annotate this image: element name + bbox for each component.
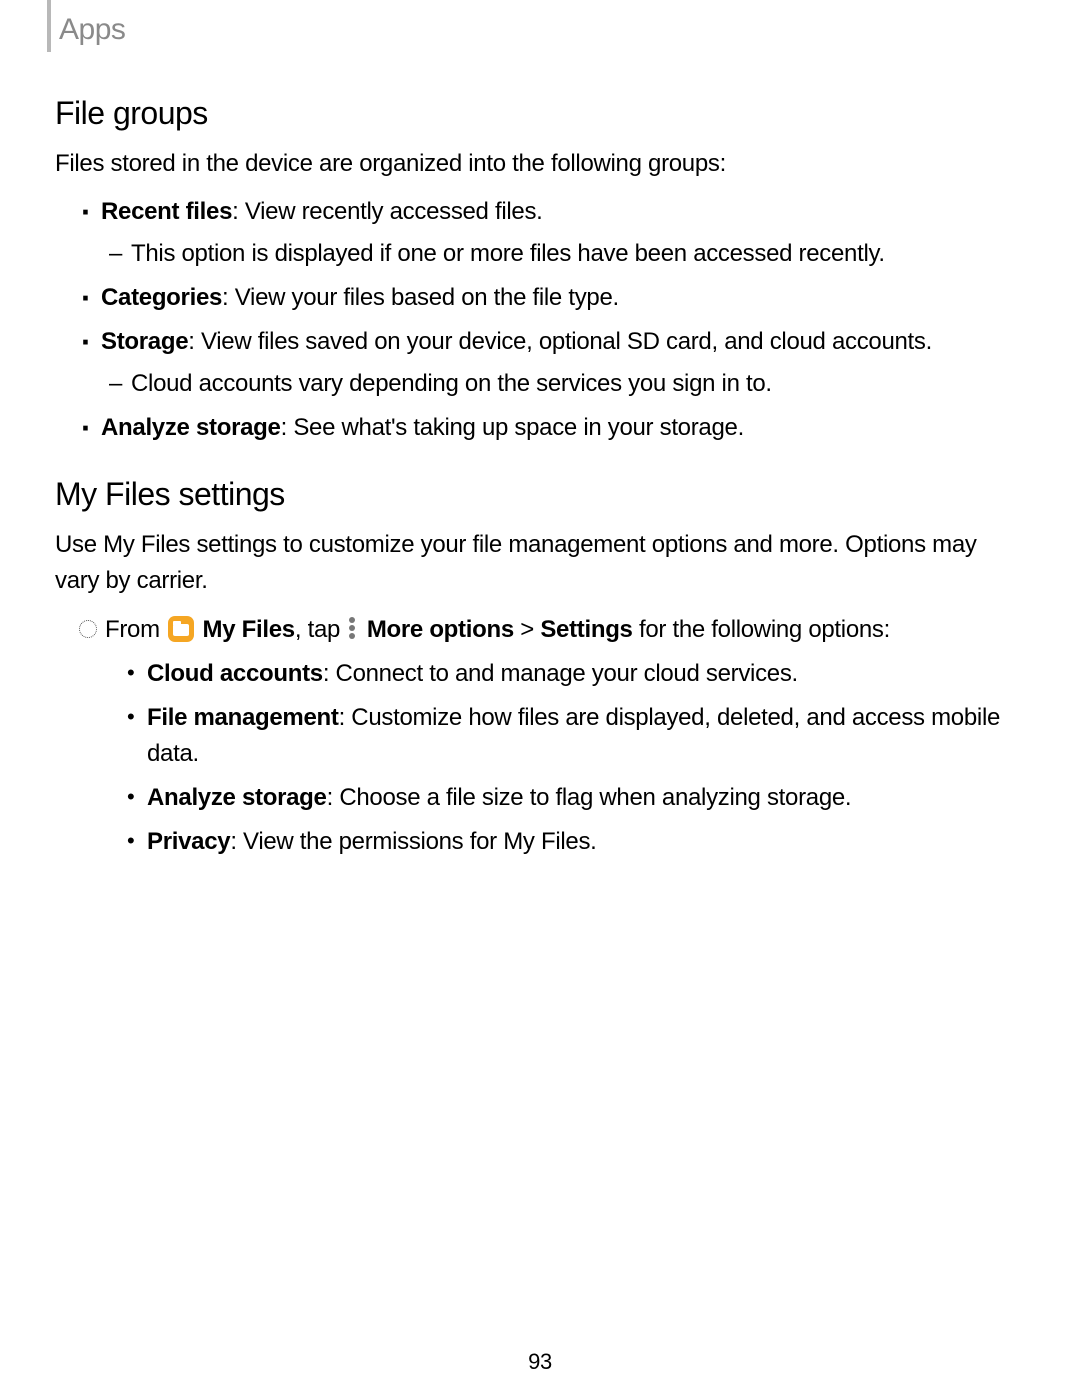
item-label: Recent files bbox=[101, 198, 232, 225]
item-label: Privacy bbox=[147, 828, 230, 855]
sub-list-item: This option is displayed if one or more … bbox=[131, 236, 1025, 272]
section-title-my-files-settings: My Files settings bbox=[55, 476, 1025, 513]
section-title-file-groups: File groups bbox=[55, 95, 1025, 132]
list-item: File management: Customize how files are… bbox=[147, 700, 1025, 772]
item-desc: : View your files based on the file type… bbox=[222, 284, 619, 311]
step-text-settings: Settings bbox=[540, 616, 632, 643]
item-label: Analyze storage bbox=[147, 784, 327, 811]
more-options-icon bbox=[346, 617, 358, 639]
item-label: Storage bbox=[101, 328, 188, 355]
file-groups-intro: Files stored in the device are organized… bbox=[55, 146, 1025, 182]
item-desc: : View recently accessed files. bbox=[232, 198, 542, 225]
list-item: Analyze storage: See what's taking up sp… bbox=[101, 410, 1025, 446]
step-item: From My Files, tap More options > Settin… bbox=[83, 611, 1025, 860]
item-label: Analyze storage bbox=[101, 414, 281, 441]
sub-list: Cloud accounts vary depending on the ser… bbox=[101, 366, 1025, 402]
page: Apps File groups Files stored in the dev… bbox=[0, 0, 1080, 1397]
item-desc: : Connect to and manage your cloud servi… bbox=[323, 660, 798, 687]
step-text-more: More options bbox=[367, 616, 514, 643]
item-label: Categories bbox=[101, 284, 222, 311]
item-desc: : View the permissions for My Files. bbox=[230, 828, 596, 855]
list-item: Cloud accounts: Connect to and manage yo… bbox=[147, 656, 1025, 692]
header-accent-bar bbox=[47, 0, 51, 52]
page-number: 93 bbox=[0, 1349, 1080, 1375]
item-label: File management bbox=[147, 704, 339, 731]
list-item: Analyze storage: Choose a file size to f… bbox=[147, 780, 1025, 816]
list-item: Privacy: View the permissions for My Fil… bbox=[147, 824, 1025, 860]
step-text-tail: for the following options: bbox=[633, 616, 890, 643]
options-list: Cloud accounts: Connect to and manage yo… bbox=[105, 656, 1025, 860]
breadcrumb-header: Apps bbox=[55, 0, 1025, 47]
list-item: Categories: View your files based on the… bbox=[101, 280, 1025, 316]
sub-list-item: Cloud accounts vary depending on the ser… bbox=[131, 366, 1025, 402]
my-files-settings-intro: Use My Files settings to customize your … bbox=[55, 527, 1025, 599]
step-text-gt: > bbox=[514, 616, 540, 643]
step-text-app: My Files bbox=[203, 616, 295, 643]
item-desc: : See what's taking up space in your sto… bbox=[281, 414, 744, 441]
step-text-tap: , tap bbox=[295, 616, 347, 643]
item-desc: : View files saved on your device, optio… bbox=[188, 328, 932, 355]
list-item: Recent files: View recently accessed fil… bbox=[101, 194, 1025, 272]
breadcrumb: Apps bbox=[55, 8, 1025, 47]
step-list: From My Files, tap More options > Settin… bbox=[55, 611, 1025, 860]
item-desc: : Choose a file size to flag when analyz… bbox=[327, 784, 852, 811]
item-label: Cloud accounts bbox=[147, 660, 323, 687]
myfiles-app-icon bbox=[168, 616, 194, 642]
step-text-from: From bbox=[105, 616, 166, 643]
sub-list: This option is displayed if one or more … bbox=[101, 236, 1025, 272]
list-item: Storage: View files saved on your device… bbox=[101, 324, 1025, 402]
file-groups-list: Recent files: View recently accessed fil… bbox=[55, 194, 1025, 446]
